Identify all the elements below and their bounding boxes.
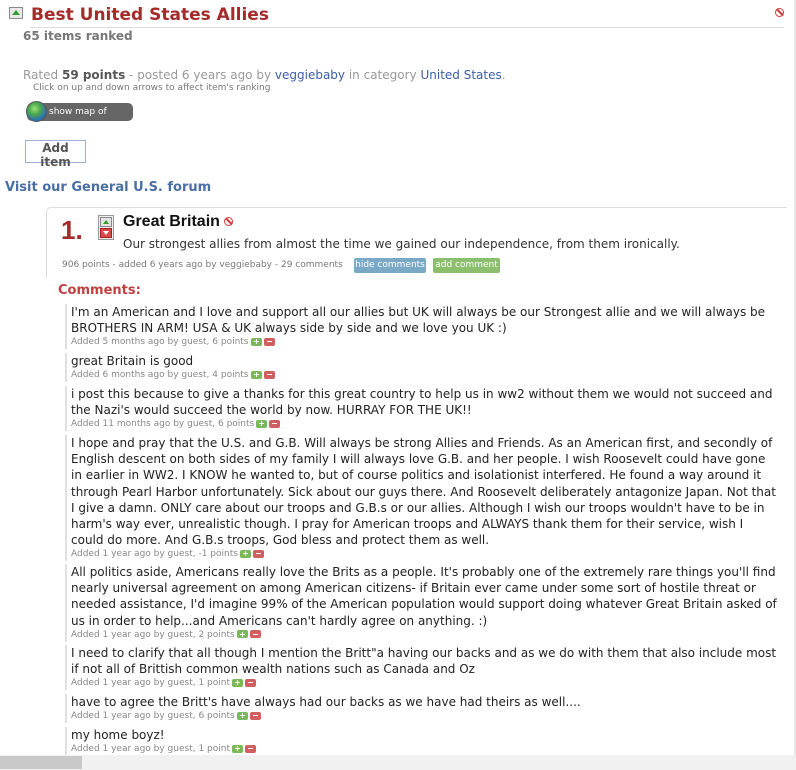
comment-meta: Added 11 months ago by guest, 6 points xyxy=(71,418,777,431)
forum-link[interactable]: Visit our General U.S. forum xyxy=(5,180,211,195)
page-title: Best United States Allies xyxy=(31,5,269,25)
add-comment-button[interactable]: add comment xyxy=(433,258,500,273)
plus-icon[interactable] xyxy=(232,744,243,753)
minus-icon[interactable] xyxy=(245,744,256,753)
comment: I'm an American and I love and support a… xyxy=(65,304,777,350)
minus-icon[interactable] xyxy=(252,549,264,558)
upvote-list-icon[interactable] xyxy=(9,7,23,19)
plus-icon[interactable] xyxy=(256,419,268,428)
comment: great Britain is good Added 6 months ago… xyxy=(65,353,777,383)
plus-icon[interactable] xyxy=(250,370,262,379)
plus-icon[interactable] xyxy=(232,678,243,687)
rated-label: Rated xyxy=(23,68,59,82)
comment: i post this because to give a thanks for… xyxy=(65,386,777,432)
flag-icon[interactable] xyxy=(775,8,784,17)
comment-meta-text: Added 1 year ago by guest, 1 point xyxy=(71,678,230,689)
show-map-label: show map of votes xyxy=(49,107,107,135)
comment-text: my home boyz! xyxy=(71,728,165,742)
comment-meta-text: Added 1 year ago by guest, -1 points xyxy=(71,549,238,560)
item-vote-control xyxy=(98,215,114,240)
voting-hint: Click on up and down arrows to affect it… xyxy=(33,83,271,93)
comment-meta-text: Added 1 year ago by guest, 2 points xyxy=(71,629,235,640)
hide-comments-button[interactable]: hide comments xyxy=(354,258,426,273)
points-value: 59 points xyxy=(61,68,126,82)
comment: I hope and pray that the U.S. and G.B. W… xyxy=(65,435,777,562)
comment-meta: Added 1 year ago by guest, 2 points xyxy=(71,629,777,642)
item-meta: 906 points - added 6 years ago by veggie… xyxy=(62,260,343,270)
comment-text: great Britain is good xyxy=(71,354,194,368)
minus-icon[interactable] xyxy=(249,711,261,720)
comment-text: All politics aside, Americans really lov… xyxy=(71,565,777,628)
plus-icon[interactable] xyxy=(239,549,251,558)
item-name[interactable]: Great Britain xyxy=(123,213,220,231)
comment-text: I need to clarify that all though I ment… xyxy=(71,646,777,677)
comment-meta-text: Added 5 months ago by guest, 6 points xyxy=(71,337,249,348)
add-item-button[interactable]: Add item xyxy=(25,140,86,169)
plus-icon[interactable] xyxy=(236,711,248,720)
posted-text: - posted 6 years ago by xyxy=(129,68,272,82)
minus-icon[interactable] xyxy=(263,337,275,346)
comment-text: have to agree the Britt's have always ha… xyxy=(71,695,581,709)
minus-icon[interactable] xyxy=(263,370,275,379)
minus-icon[interactable] xyxy=(245,678,256,687)
meta-period: . xyxy=(501,68,506,82)
list-meta: Rated 59 points - posted 6 years ago by … xyxy=(23,68,506,82)
comment-meta: Added 1 year ago by guest, 6 points xyxy=(71,710,777,723)
comment: have to agree the Britt's have always ha… xyxy=(65,694,777,724)
comment-meta-text: Added 6 months ago by guest, 4 points xyxy=(71,370,249,381)
items-count: 65 items ranked xyxy=(23,29,133,43)
globe-icon xyxy=(26,101,47,122)
scrollbar-thumb[interactable] xyxy=(0,756,82,769)
show-map-button[interactable]: show map of votes xyxy=(26,101,133,135)
item-description: Our strongest allies from almost the tim… xyxy=(123,237,680,251)
comment-meta: Added 1 year ago by guest, 1 point xyxy=(71,677,777,690)
minus-icon[interactable] xyxy=(249,630,261,639)
comment-meta: Added 5 months ago by guest, 6 points xyxy=(71,336,777,349)
comment-meta-text: Added 1 year ago by guest, 1 point xyxy=(71,744,230,755)
title-divider xyxy=(30,27,784,28)
plus-icon[interactable] xyxy=(250,337,262,346)
horizontal-scrollbar[interactable] xyxy=(0,755,796,770)
comment-text: i post this because to give a thanks for… xyxy=(71,387,773,418)
rank-number: 1. xyxy=(61,215,83,245)
comment-text: I hope and pray that the U.S. and G.B. W… xyxy=(71,436,776,548)
author-link[interactable]: veggiebaby xyxy=(275,68,345,82)
comment-meta-text: Added 1 year ago by guest, 6 points xyxy=(71,711,235,722)
arrow-up-icon xyxy=(103,220,109,224)
comment-meta: Added 1 year ago by guest, -1 points xyxy=(71,548,777,561)
comment: All politics aside, Americans really lov… xyxy=(65,564,777,642)
arrow-down-icon xyxy=(103,231,109,235)
comments-heading: Comments: xyxy=(58,283,141,298)
category-link[interactable]: United States xyxy=(420,68,501,82)
downvote-button[interactable] xyxy=(100,228,112,238)
comment-meta-text: Added 11 months ago by guest, 6 points xyxy=(71,419,255,430)
plus-icon[interactable] xyxy=(236,630,248,639)
minus-icon[interactable] xyxy=(269,419,281,428)
comment: I need to clarify that all though I ment… xyxy=(65,645,777,691)
category-label: in category xyxy=(348,68,417,82)
item-flag-icon[interactable] xyxy=(224,217,233,226)
upvote-button[interactable] xyxy=(100,217,112,227)
comment-text: I'm an American and I love and support a… xyxy=(71,305,766,336)
comment-meta: Added 6 months ago by guest, 4 points xyxy=(71,369,777,382)
comment: my home boyz! Added 1 year ago by guest,… xyxy=(65,727,777,757)
